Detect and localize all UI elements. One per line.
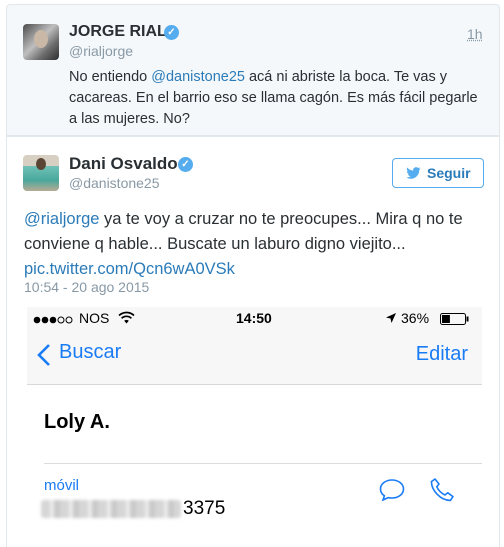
redacted-phone-digits <box>41 500 181 518</box>
verified-icon: ✓ <box>178 157 193 172</box>
phone-call-icon[interactable] <box>429 477 455 503</box>
status-clock: 14:50 <box>236 310 272 326</box>
tweet-text-before: No entiendo <box>69 69 152 85</box>
tweet-timestamp[interactable]: 10:54 - 20 ago 2015 <box>24 279 149 295</box>
tweet-time[interactable]: 1h <box>467 26 483 42</box>
contact-card: Loly A. móvil 3375 <box>27 384 482 547</box>
contact-name: Loly A. <box>44 411 110 433</box>
wifi-icon <box>118 311 135 324</box>
mention-link[interactable]: @danistone25 <box>151 69 245 85</box>
ios-status-bar: NOS 14:50 36% <box>27 307 482 331</box>
twitter-bird-icon <box>406 167 421 179</box>
location-arrow-icon <box>386 313 396 323</box>
chevron-left-icon <box>37 344 50 366</box>
signal-dots-icon <box>33 316 73 324</box>
follow-button[interactable]: Seguir <box>392 158 484 188</box>
battery-percent: 36% <box>401 310 430 326</box>
edit-button[interactable]: Editar <box>416 343 468 366</box>
follow-label: Seguir <box>427 165 471 181</box>
battery-icon <box>440 313 469 325</box>
author-name[interactable]: JORGE RIAL <box>69 23 167 41</box>
divider <box>44 463 482 464</box>
reply-tweet: JORGE RIAL ✓ @rialjorge 1h No entiendo @… <box>6 4 500 136</box>
attached-image[interactable]: NOS 14:50 36% Buscar Editar Loly A. móvi… <box>27 307 482 547</box>
tweet-text: @rialjorge ya te voy a cruzar no te preo… <box>24 207 489 282</box>
back-button[interactable]: Buscar <box>37 341 122 366</box>
carrier-label: NOS <box>79 310 110 326</box>
ios-navigation-bar: Buscar Editar <box>27 331 482 381</box>
mention-link[interactable]: @rialjorge <box>24 210 99 228</box>
phone-type-label: móvil <box>44 477 80 494</box>
media-link[interactable]: pic.twitter.com/Qcn6wA0VSk <box>24 260 235 278</box>
tweet-text: No entiendo @danistone25 acá ni abriste … <box>69 67 489 130</box>
message-icon[interactable] <box>379 478 405 502</box>
author-handle[interactable]: @rialjorge <box>69 43 133 59</box>
back-label: Buscar <box>59 341 122 363</box>
author-name[interactable]: Dani Osvaldo <box>69 154 178 174</box>
main-tweet: Dani Osvaldo ✓ @danistone25 Seguir @rial… <box>6 136 500 547</box>
author-handle[interactable]: @danistone25 <box>69 175 160 191</box>
verified-icon: ✓ <box>164 25 179 40</box>
phone-number[interactable]: 3375 <box>183 498 225 520</box>
avatar[interactable] <box>23 155 59 191</box>
avatar[interactable] <box>23 24 59 60</box>
